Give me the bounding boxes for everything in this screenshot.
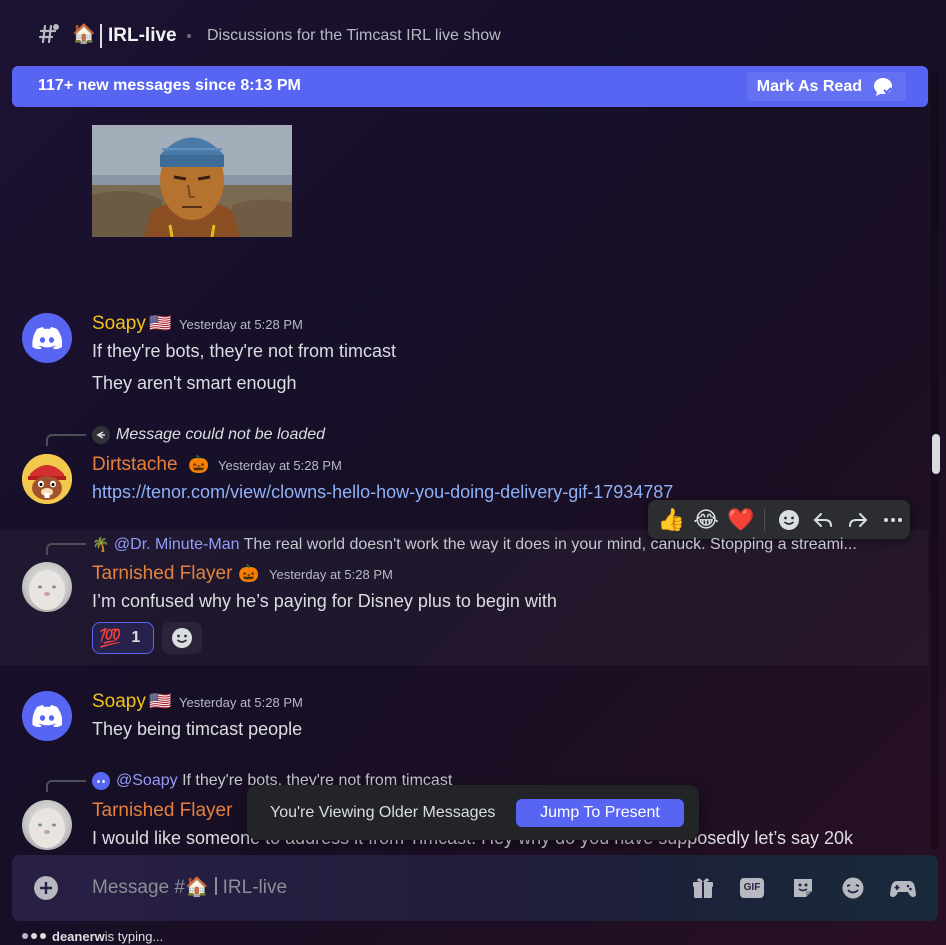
scrollbar-thumb[interactable] [932,434,940,474]
message-text: If they're bots, they're not from timcas… [92,341,396,361]
username[interactable]: Soapy [92,312,146,336]
smiley-icon [778,509,799,530]
mark-as-read-button[interactable]: Mark As Read [746,72,906,101]
jump-to-present-button[interactable]: Jump To Present [516,799,684,827]
username[interactable]: Tarnished Flayer [92,562,232,586]
more-dots-icon [883,517,902,522]
reply-connector [46,543,86,555]
reply-connector [46,434,86,446]
message-text: They aren't smart enough [92,373,297,393]
channel-name[interactable]: IRL-live [108,24,177,48]
us-flag-icon: 🇺🇸 [149,691,172,711]
reaction-count: 1 [131,629,141,646]
timestamp[interactable]: Yesterday at 5:28 PM [218,458,342,474]
upload-plus-icon[interactable] [34,876,58,900]
emoji-icon[interactable] [840,876,866,900]
timestamp[interactable]: Yesterday at 5:28 PM [269,567,393,583]
text-channel-thread-icon [38,24,59,44]
username[interactable]: Dirtstache [92,453,178,477]
avatar[interactable] [22,313,72,363]
channel-divider [100,24,102,48]
joy-reaction-button[interactable]: 😂 [689,502,724,537]
channel-emoji: 🏠 [72,24,96,45]
username[interactable]: Soapy [92,690,146,714]
new-messages-text[interactable]: 117+ new messages since 8:13 PM [38,77,301,95]
channel-topic[interactable]: Discussions for the Timcast IRL live sho… [207,25,501,47]
reply-preview[interactable]: 🌴 @Dr. Minute-Man The real world doesn't… [92,534,857,555]
toolbar-divider [764,508,766,531]
message-text: I’m confused why he’s paying for Disney … [92,591,557,611]
reply-preview[interactable]: Message could not be loaded [116,425,325,445]
image-attachment[interactable] [92,125,292,237]
timestamp[interactable]: Yesterday at 5:28 PM [179,695,303,711]
typing-text: is typing... [104,928,164,944]
viewing-older-messages-bar: You're Viewing Older Messages Jump To Pr… [247,785,699,840]
reply-mention[interactable]: @Dr. Minute-Man [114,536,240,553]
typing-dot [40,933,46,939]
typing-dot [22,933,28,939]
avatar[interactable] [22,454,72,504]
header-dot-separator [187,34,191,38]
reply-button[interactable] [806,502,841,537]
reply-avatar-icon [92,772,110,790]
reply-connector [46,780,86,792]
reply-snippet: The real world doesn't work the way it d… [243,536,857,553]
avatar[interactable] [22,691,72,741]
mark-read-icon [874,77,892,96]
add-reaction-button[interactable] [162,622,202,654]
heart-reaction-button[interactable]: ❤️ [723,502,758,537]
username[interactable]: Tarnished Flayer [92,799,232,823]
role-badge-icon: 🎃 [188,455,210,474]
more-options-button[interactable] [875,502,910,537]
typing-dot [31,933,37,939]
hundred-emoji-icon: 💯 [99,627,122,648]
smiley-add-icon [172,628,192,648]
gif-icon[interactable]: GIF [740,878,764,898]
typing-indicator: deanerw is typing... [22,928,163,944]
add-reaction-button[interactable] [771,502,806,537]
timestamp[interactable]: Yesterday at 5:28 PM [179,317,303,333]
forward-button[interactable] [841,502,876,537]
typing-user: deanerw [52,928,105,944]
older-messages-text: You're Viewing Older Messages [270,804,496,821]
discord-logo-icon [32,327,62,349]
mark-as-read-label: Mark As Read [756,77,862,95]
reply-icon [813,512,833,527]
avatar[interactable] [22,562,72,612]
reply-arrow-icon [92,426,110,444]
message-composer[interactable]: Message #🏠 IRL-live GIF [12,855,938,921]
us-flag-icon: 🇺🇸 [149,313,172,333]
message-link[interactable]: https://tenor.com/view/clowns-hello-how-… [92,480,673,504]
activities-controller-icon[interactable] [890,876,916,900]
channel-header: 🏠 IRL-live Discussions for the Timcast I… [0,0,946,68]
reply-mention[interactable]: @Soapy [116,772,178,789]
avatar[interactable] [22,800,72,850]
message-input-placeholder[interactable]: Message #🏠 IRL-live [92,877,287,899]
role-badge-icon: 🎃 [238,564,260,583]
thumbs-up-reaction-button[interactable]: 👍 [654,502,689,537]
forward-icon [848,512,868,527]
sticker-icon[interactable] [790,876,816,900]
gift-icon[interactable] [690,876,716,900]
new-messages-bar[interactable]: 117+ new messages since 8:13 PM Mark As … [12,66,928,107]
message-text: They being timcast people [92,719,303,739]
reaction-100[interactable]: 💯 1 [92,622,154,654]
palm-tree-icon: 🌴 [92,536,110,552]
discord-logo-icon [32,705,62,727]
